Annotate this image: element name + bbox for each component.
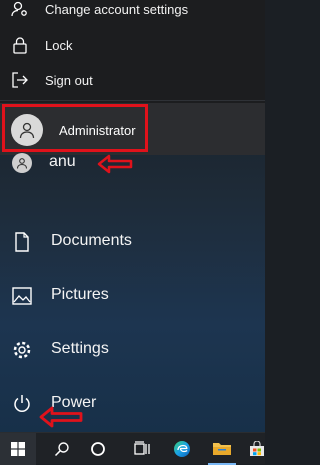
search-icon [54, 441, 70, 457]
lock-item[interactable]: Lock [0, 28, 265, 62]
pictures-icon [11, 285, 33, 307]
anu-label: anu [49, 153, 76, 170]
file-explorer-icon [212, 440, 232, 456]
settings-label: Settings [51, 340, 109, 357]
store-button[interactable] [248, 433, 265, 465]
pictures-label: Pictures [51, 286, 109, 303]
documents-label: Documents [51, 232, 132, 249]
edge-button[interactable] [168, 433, 196, 465]
cortana-icon [90, 441, 106, 457]
nav-documents[interactable]: Documents [0, 216, 265, 268]
edge-icon [173, 440, 191, 458]
annotation-arrow-anu [97, 154, 133, 174]
cortana-button[interactable] [84, 433, 112, 465]
annotation-arrow-start-button [39, 406, 83, 428]
account-settings-icon [10, 0, 30, 19]
change-account-settings-label: Change account settings [45, 1, 189, 17]
lock-icon [10, 35, 30, 55]
power-icon [11, 393, 33, 415]
store-icon [249, 441, 265, 457]
windows-start-icon [11, 442, 25, 456]
start-button[interactable] [0, 433, 36, 465]
taskbar [0, 432, 265, 465]
user-avatar-icon [11, 152, 33, 174]
menu-divider [0, 100, 265, 101]
document-icon [11, 231, 33, 253]
start-menu-pane: Change account settings Lock Sign out Ad… [0, 0, 265, 432]
task-view-button[interactable] [128, 433, 156, 465]
search-button[interactable] [48, 433, 76, 465]
file-explorer-button[interactable] [208, 433, 236, 465]
sign-out-icon [10, 70, 30, 90]
gear-icon [11, 339, 33, 361]
lock-label: Lock [45, 37, 73, 53]
task-view-icon [133, 441, 151, 457]
sign-out-item[interactable]: Sign out [0, 63, 265, 97]
nav-settings[interactable]: Settings [0, 324, 265, 376]
change-account-settings-item[interactable]: Change account settings [0, 0, 265, 26]
sign-out-label: Sign out [45, 72, 93, 88]
nav-pictures[interactable]: Pictures [0, 270, 265, 322]
